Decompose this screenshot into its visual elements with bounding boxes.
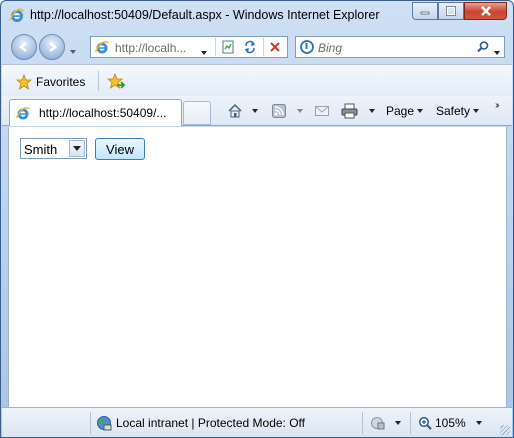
back-button[interactable] <box>11 34 37 60</box>
safety-menu-label: Safety <box>436 104 471 118</box>
bing-logo-icon <box>300 40 314 54</box>
chevron-down-icon <box>369 109 375 113</box>
rss-feed-icon <box>272 104 286 118</box>
favorites-separator <box>98 71 99 91</box>
recent-pages-dropdown[interactable] <box>70 43 76 57</box>
status-separator <box>362 412 363 434</box>
back-arrow-icon <box>19 42 27 52</box>
page-menu[interactable]: Page <box>386 101 424 121</box>
favorites-button[interactable]: Favorites <box>16 73 85 91</box>
search-options-dropdown[interactable] <box>494 44 500 58</box>
close-button[interactable] <box>464 2 507 20</box>
new-tab-button[interactable] <box>183 101 211 125</box>
ie-page-icon <box>15 106 30 120</box>
select-value: Smith <box>24 142 58 157</box>
name-select[interactable]: Smith <box>20 138 87 159</box>
forward-button[interactable] <box>39 34 65 60</box>
caption-buttons <box>412 2 507 20</box>
search-box[interactable]: Bing <box>295 36 505 58</box>
zoom-control[interactable]: 105% <box>418 414 466 432</box>
favorites-bar: Favorites <box>2 64 512 96</box>
feeds-button[interactable] <box>272 101 303 121</box>
compatibility-view-button[interactable] <box>217 38 239 56</box>
status-separator <box>410 412 411 434</box>
address-dropdown[interactable] <box>201 44 207 58</box>
home-icon <box>228 103 242 118</box>
security-zone[interactable]: Local intranet | Protected Mode: Off <box>96 414 305 432</box>
chevron-down-icon <box>395 421 401 425</box>
toolbar-overflow-chevron-icon[interactable]: ›› <box>495 100 499 111</box>
chevron-down-icon <box>476 421 482 425</box>
tab-current[interactable]: http://localhost:50409/... <box>9 99 182 126</box>
window-title: http://localhost:50409/Default.aspx - Wi… <box>30 8 380 22</box>
refresh-button[interactable] <box>239 38 261 56</box>
zoom-magnifier-icon <box>418 416 432 430</box>
ie-logo-icon <box>9 8 25 22</box>
minimize-icon <box>420 11 430 15</box>
read-mail-button[interactable] <box>315 101 329 121</box>
chevron-down-icon <box>70 50 76 54</box>
tab-label: http://localhost:50409/... <box>39 106 167 120</box>
title-bar: http://localhost:50409/Default.aspx - Wi… <box>1 1 513 29</box>
search-icon[interactable] <box>476 40 490 54</box>
forward-arrow-icon <box>49 42 57 52</box>
stop-button[interactable] <box>264 38 286 56</box>
intranet-globe-icon <box>97 416 112 431</box>
chevron-down-icon <box>201 51 207 55</box>
page-menu-label: Page <box>386 104 415 118</box>
maximize-icon <box>446 6 456 16</box>
address-bar[interactable]: http://localh... <box>90 36 288 58</box>
status-bar: Local intranet | Protected Mode: Off 105… <box>2 407 512 437</box>
chevron-down-icon <box>494 51 500 55</box>
page-content: Smith View <box>8 127 507 407</box>
printer-icon <box>341 103 358 119</box>
address-url: http://localh... <box>115 41 187 55</box>
browser-window: http://localhost:50409/Default.aspx - Wi… <box>0 0 514 438</box>
protected-mode-button[interactable] <box>370 413 401 433</box>
stop-icon <box>270 42 280 52</box>
home-button[interactable] <box>227 101 258 121</box>
search-placeholder: Bing <box>318 41 343 55</box>
view-button[interactable]: View <box>95 138 145 160</box>
ie-page-icon <box>94 40 109 54</box>
favorites-label: Favorites <box>36 75 86 89</box>
maximize-button[interactable] <box>438 2 464 20</box>
compatibility-view-icon <box>222 40 234 54</box>
minimize-button[interactable] <box>412 2 438 20</box>
lock-icon <box>371 417 385 430</box>
star-icon <box>16 74 32 90</box>
address-separator <box>215 38 216 56</box>
chevron-down-icon <box>252 109 258 113</box>
refresh-icon <box>245 40 255 54</box>
zone-text: Local intranet | Protected Mode: Off <box>116 416 305 430</box>
zoom-level: 105% <box>435 416 466 430</box>
chevron-down-icon <box>417 109 424 113</box>
add-to-favorites-bar-icon[interactable] <box>107 73 125 91</box>
print-button[interactable] <box>341 101 375 121</box>
tab-bar: http://localhost:50409/... Page Safety ›… <box>2 96 512 126</box>
chevron-down-icon <box>73 146 81 151</box>
select-dropdown-button[interactable] <box>69 140 85 157</box>
resize-grip[interactable] <box>500 425 510 435</box>
status-separator <box>90 412 91 434</box>
safety-menu[interactable]: Safety <box>436 101 480 121</box>
chevron-down-icon <box>297 109 303 113</box>
mail-icon <box>315 106 329 116</box>
close-icon <box>480 6 491 16</box>
zoom-dropdown[interactable] <box>476 413 482 433</box>
chevron-down-icon <box>473 109 480 113</box>
